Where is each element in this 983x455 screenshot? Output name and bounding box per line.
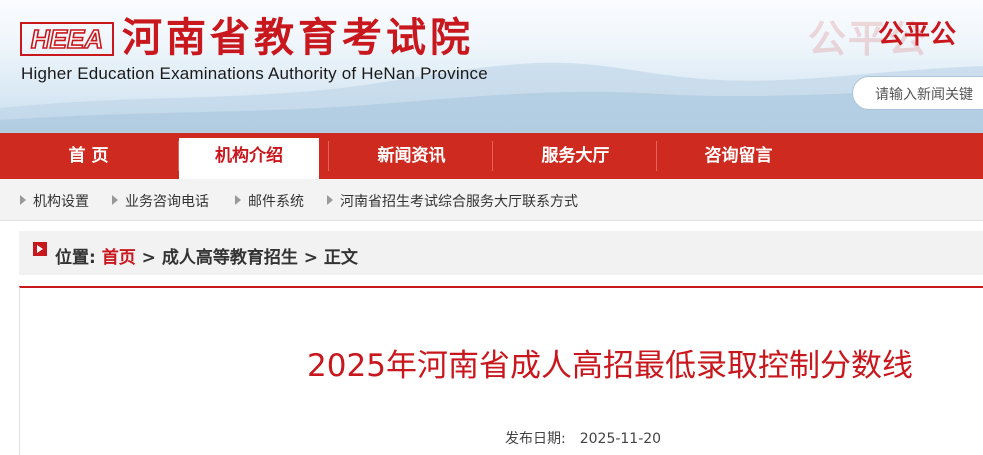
nav-item-news[interactable]: 新闻资讯 <box>343 133 480 179</box>
date-value: 2025-11-20 <box>579 431 662 447</box>
nav-item-consult[interactable]: 咨询留言 <box>670 133 807 179</box>
nav-item-about[interactable]: 机构介绍 <box>179 138 319 179</box>
breadcrumb: 位置: 首页 > 成人高等教育招生 > 正文 <box>19 231 983 275</box>
main-nav: 首 页 机构介绍 新闻资讯 服务大厅 咨询留言 <box>0 133 983 179</box>
site-title-en: Higher Education Examinations Authority … <box>21 64 488 83</box>
breadcrumb-separator: > <box>141 248 156 268</box>
breadcrumb-text: 位置: 首页 > 成人高等教育招生 > 正文 <box>55 243 358 268</box>
arrow-right-icon <box>327 195 333 205</box>
subnav-item-hall-contact[interactable]: 河南省招生考试综合服务大厅联系方式 <box>327 191 578 211</box>
site-header: HEEA 河南省教育考试院 Higher Education Examinati… <box>0 0 983 133</box>
arrow-right-icon <box>20 195 26 205</box>
breadcrumb-prefix: 位置: <box>55 248 96 268</box>
breadcrumb-separator: > <box>303 248 318 268</box>
nav-divider <box>492 141 493 171</box>
article-date: 发布日期: 2025-11-20 <box>505 428 661 448</box>
heea-logo: HEEA <box>20 22 114 56</box>
subnav-item-structure[interactable]: 机构设置 <box>20 191 89 211</box>
nav-divider <box>656 141 657 171</box>
subnav-item-phone[interactable]: 业务咨询电话 <box>112 191 209 211</box>
svg-text:HEEA: HEEA <box>31 24 103 54</box>
breadcrumb-current: 正文 <box>323 248 358 268</box>
slogan: 公平公 <box>878 20 957 50</box>
nav-item-home[interactable]: 首 页 <box>20 133 157 179</box>
search-input[interactable]: 请输入新闻关键 <box>852 76 983 110</box>
site-title-cn: 河南省教育考试院 <box>122 15 474 61</box>
subnav-item-mail[interactable]: 邮件系统 <box>235 191 304 211</box>
nav-item-service[interactable]: 服务大厅 <box>507 133 644 179</box>
breadcrumb-section-link[interactable]: 成人高等教育招生 <box>162 248 298 268</box>
breadcrumb-home-link[interactable]: 首页 <box>102 248 136 268</box>
arrow-right-icon <box>235 195 241 205</box>
article-title: 2025年河南省成人高招最低录取控制分数线 <box>307 348 913 384</box>
date-label: 发布日期: <box>505 431 566 447</box>
nav-divider <box>328 141 329 171</box>
arrow-right-icon <box>112 195 118 205</box>
sub-nav: 机构设置 业务咨询电话 邮件系统 河南省招生考试综合服务大厅联系方式 <box>0 179 983 221</box>
article-panel: 2025年河南省成人高招最低录取控制分数线 发布日期: 2025-11-20 <box>19 286 983 455</box>
location-icon <box>33 242 47 256</box>
